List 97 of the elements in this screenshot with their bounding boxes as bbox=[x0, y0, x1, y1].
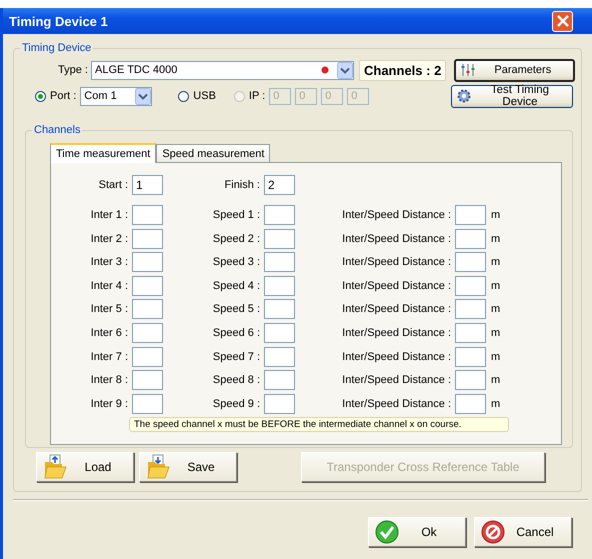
status-dot-icon bbox=[321, 66, 329, 74]
inter-label: Inter 1 : bbox=[90, 209, 128, 221]
start-label: Start : bbox=[98, 179, 128, 191]
speed-label: Speed 4 : bbox=[212, 280, 260, 292]
speed-field[interactable] bbox=[264, 346, 295, 367]
group-title: Channels bbox=[33, 124, 82, 136]
hint-note: The speed channel x must be BEFORE the intermediate channel x on course. bbox=[129, 417, 509, 432]
speed-label: Speed 1 : bbox=[212, 209, 260, 221]
distance-label: Inter/Speed Distance : bbox=[341, 350, 451, 363]
distance-label: Inter/Speed Distance : bbox=[341, 232, 451, 245]
inter-label: Inter 6 : bbox=[90, 326, 128, 339]
distance-label: Inter/Speed Distance : bbox=[341, 256, 451, 268]
start-field[interactable]: 1 bbox=[132, 175, 163, 195]
inter-field[interactable] bbox=[132, 228, 163, 249]
channels-count: Channels : 2 bbox=[359, 60, 446, 80]
speed-field[interactable] bbox=[264, 252, 295, 272]
ok-button[interactable]: Ok bbox=[368, 517, 466, 547]
inter-field[interactable] bbox=[132, 299, 163, 320]
group-title: Timing Device bbox=[21, 42, 92, 54]
type-label: Type : bbox=[57, 64, 88, 76]
finish-label: Finish : bbox=[224, 179, 260, 191]
test-timing-device-button[interactable]: Test Timing Device bbox=[451, 84, 573, 108]
speed-field[interactable] bbox=[264, 370, 295, 390]
inter-field[interactable] bbox=[132, 322, 163, 343]
inter-field[interactable] bbox=[132, 205, 163, 225]
close-button[interactable] bbox=[552, 10, 573, 32]
distance-field[interactable] bbox=[455, 276, 486, 296]
save-button[interactable]: Save bbox=[139, 452, 237, 482]
inter-label: Inter 2 : bbox=[90, 232, 128, 245]
inter-label: Inter 3 : bbox=[90, 256, 128, 268]
distance-field[interactable] bbox=[455, 370, 486, 390]
inter-label: Inter 8 : bbox=[90, 374, 128, 386]
speed-label: Speed 9 : bbox=[212, 398, 260, 410]
type-dropdown[interactable]: ALGE TDC 4000 bbox=[91, 60, 354, 80]
checkmark-icon bbox=[375, 520, 399, 544]
speed-label: Speed 6 : bbox=[212, 326, 260, 339]
distance-field[interactable] bbox=[455, 394, 486, 414]
distance-field[interactable] bbox=[455, 205, 486, 225]
load-button[interactable]: Load bbox=[36, 452, 134, 482]
unit-label: m bbox=[491, 350, 500, 363]
speed-label: Speed 2 : bbox=[212, 232, 260, 245]
unit-label: m bbox=[491, 326, 500, 339]
distance-label: Inter/Speed Distance : bbox=[341, 209, 451, 221]
distance-field[interactable] bbox=[455, 299, 486, 320]
unit-label: m bbox=[491, 374, 500, 386]
close-icon bbox=[556, 15, 568, 27]
distance-field[interactable] bbox=[455, 228, 486, 249]
unit-label: m bbox=[491, 256, 500, 268]
speed-field[interactable] bbox=[264, 276, 295, 296]
radio-button[interactable] bbox=[178, 90, 190, 102]
distance-label: Inter/Speed Distance : bbox=[341, 303, 451, 316]
unit-label: m bbox=[491, 303, 500, 316]
distance-label: Inter/Speed Distance : bbox=[341, 374, 451, 386]
distance-label: Inter/Speed Distance : bbox=[341, 326, 451, 339]
port-label: Port : bbox=[50, 90, 76, 102]
window-title: Timing Device 1 bbox=[8, 14, 109, 28]
finish-field[interactable]: 2 bbox=[264, 175, 295, 195]
unit-label: m bbox=[491, 398, 500, 410]
unit-label: m bbox=[491, 280, 500, 292]
inter-field[interactable] bbox=[132, 346, 163, 367]
inter-label: Inter 7 : bbox=[90, 350, 128, 363]
distance-label: Inter/Speed Distance : bbox=[341, 398, 451, 410]
speed-field[interactable] bbox=[264, 228, 295, 249]
cancel-icon bbox=[481, 520, 505, 544]
inter-field[interactable] bbox=[132, 276, 163, 296]
speed-field[interactable] bbox=[264, 299, 295, 320]
ip-label: IP : bbox=[248, 90, 266, 102]
speed-label: Speed 8 : bbox=[212, 374, 260, 386]
sliders-icon bbox=[460, 63, 476, 77]
port-dropdown[interactable]: Com 1 bbox=[80, 86, 152, 106]
speed-field[interactable] bbox=[264, 205, 295, 225]
gear-icon bbox=[456, 88, 472, 104]
inter-label: Inter 4 : bbox=[90, 280, 128, 292]
inter-label: Inter 5 : bbox=[90, 303, 128, 316]
speed-field[interactable] bbox=[264, 394, 295, 414]
distance-field[interactable] bbox=[455, 252, 486, 272]
speed-label: Speed 5 : bbox=[212, 303, 260, 316]
cancel-button[interactable]: Cancel bbox=[474, 517, 572, 547]
distance-label: Inter/Speed Distance : bbox=[341, 280, 451, 292]
usb-label: USB bbox=[193, 90, 216, 102]
unit-label: m bbox=[491, 209, 500, 221]
unit-label: m bbox=[491, 232, 500, 245]
distance-field[interactable] bbox=[455, 346, 486, 367]
speed-label: Speed 7 : bbox=[212, 350, 260, 363]
folder-icon bbox=[146, 454, 172, 480]
folder-icon bbox=[43, 454, 69, 480]
tab[interactable]: Speed measurement bbox=[156, 144, 270, 162]
inter-field[interactable] bbox=[132, 370, 163, 390]
inter-field[interactable] bbox=[132, 394, 163, 414]
parameters-button[interactable]: Parameters bbox=[454, 58, 576, 82]
inter-label: Inter 9 : bbox=[90, 398, 128, 410]
speed-label: Speed 3 : bbox=[212, 256, 260, 268]
inter-field[interactable] bbox=[132, 252, 163, 272]
tab[interactable]: Time measurement bbox=[50, 143, 156, 163]
speed-field[interactable] bbox=[264, 322, 295, 343]
radio-button[interactable] bbox=[35, 90, 46, 102]
distance-field[interactable] bbox=[455, 322, 486, 343]
